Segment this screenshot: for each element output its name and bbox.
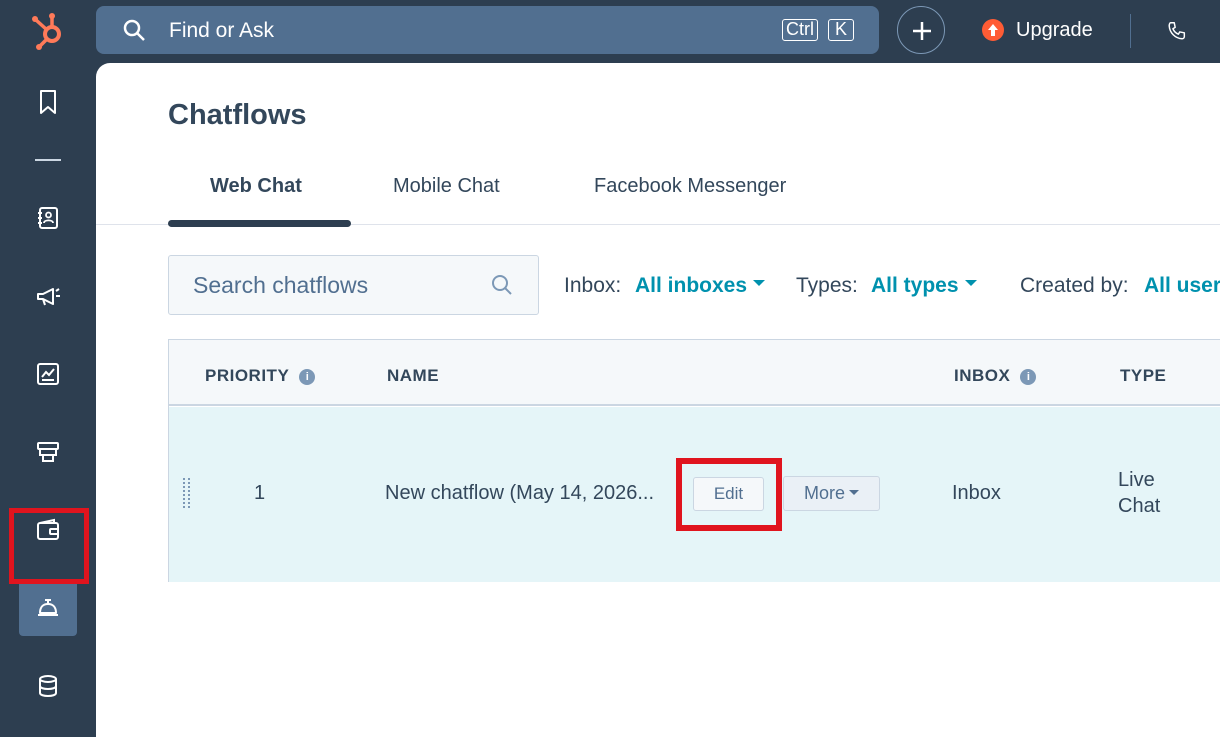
shortcut-k-key: K <box>828 19 854 41</box>
info-icon[interactable]: i <box>299 369 316 385</box>
chatflow-search <box>168 255 539 315</box>
chevron-down-icon <box>964 280 977 287</box>
drag-handle-icon[interactable] <box>182 477 192 511</box>
database-icon[interactable] <box>34 672 62 700</box>
column-header-priority[interactable]: PRIORITY i <box>205 366 316 386</box>
top-nav-bar: Find or Ask Ctrl K Upgrade <box>0 0 1220 62</box>
column-header-priority-label: PRIORITY <box>205 366 290 385</box>
search-chatflows-input[interactable] <box>169 256 489 314</box>
search-icon[interactable] <box>491 274 513 301</box>
more-label: More <box>803 483 845 503</box>
types-filter-label: Types: <box>796 274 858 297</box>
global-search-placeholder: Find or Ask <box>169 19 275 42</box>
phone-icon[interactable] <box>1166 20 1188 47</box>
bookmark-icon[interactable] <box>34 88 62 116</box>
row-type-line1: Live <box>1118 469 1155 491</box>
table-header: PRIORITY i NAME INBOX i TYPE <box>169 340 1220 406</box>
info-icon[interactable]: i <box>1020 369 1037 385</box>
active-tab-indicator <box>168 220 351 227</box>
global-search-bar[interactable]: Find or Ask Ctrl K <box>96 6 879 54</box>
more-dropdown-button[interactable]: More <box>783 476 880 511</box>
main-content: Chatflows Web Chat Mobile Chat Facebook … <box>96 63 1220 737</box>
column-header-type[interactable]: TYPE <box>1120 366 1166 386</box>
annotation-highlight-edit <box>676 458 782 531</box>
service-bell-icon[interactable] <box>34 594 62 622</box>
sidebar-divider <box>35 159 61 161</box>
contacts-book-icon[interactable] <box>34 204 62 232</box>
inbox-filter-value: All inboxes <box>635 274 748 297</box>
upgrade-label: Upgrade <box>1016 19 1093 41</box>
reports-chart-icon[interactable] <box>34 360 62 388</box>
commerce-store-icon[interactable] <box>34 438 62 466</box>
created-by-filter-value: All users <box>1144 274 1220 297</box>
column-header-inbox-label: INBOX <box>954 366 1011 385</box>
chevron-down-icon <box>753 280 766 287</box>
topbar-divider <box>1130 14 1131 48</box>
column-header-inbox[interactable]: INBOX i <box>954 366 1037 386</box>
chevron-down-icon <box>849 489 859 495</box>
tab-mobile-chat[interactable]: Mobile Chat <box>393 175 500 198</box>
created-by-filter-dropdown[interactable]: All users <box>1144 274 1220 298</box>
types-filter-dropdown[interactable]: All types <box>871 274 977 298</box>
hubspot-logo-icon[interactable] <box>28 8 72 52</box>
types-filter-value: All types <box>871 274 959 297</box>
page-title: Chatflows <box>168 99 307 131</box>
row-inbox: Inbox <box>952 482 1001 504</box>
row-priority: 1 <box>254 482 266 504</box>
created-by-filter-label: Created by: <box>1020 274 1129 297</box>
plus-icon <box>913 22 931 40</box>
create-new-button[interactable] <box>897 6 945 54</box>
search-icon <box>122 18 146 42</box>
inbox-filter-label: Inbox: <box>564 274 622 297</box>
row-type-line2: Chat <box>1118 495 1161 517</box>
tab-facebook-messenger[interactable]: Facebook Messenger <box>594 175 786 198</box>
column-header-name[interactable]: NAME <box>387 366 439 386</box>
annotation-highlight-sidebar <box>9 508 89 584</box>
row-name-link[interactable]: New chatflow (May 14, 2026... <box>385 482 654 505</box>
tab-web-chat[interactable]: Web Chat <box>210 175 302 198</box>
shortcut-ctrl-key: Ctrl <box>782 19 818 41</box>
left-sidebar <box>0 62 96 737</box>
upgrade-arrow-icon <box>982 19 1004 41</box>
inbox-filter-dropdown[interactable]: All inboxes <box>635 274 766 298</box>
megaphone-icon[interactable] <box>34 282 62 310</box>
